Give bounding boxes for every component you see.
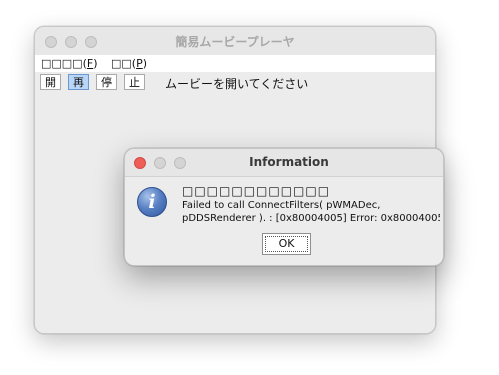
main-titlebar[interactable]: 簡易ムービープレーヤ	[35, 27, 435, 55]
menu-file-close-paren: )	[93, 57, 98, 70]
window-title: 簡易ムービープレーヤ	[175, 35, 295, 49]
menu-play[interactable]: □□(P)	[111, 57, 147, 70]
play-button[interactable]: 再	[68, 74, 89, 90]
stop-button[interactable]: 止	[124, 74, 145, 90]
pause-button[interactable]: 停	[96, 74, 117, 90]
desktop: 簡易ムービープレーヤ □□□□(F) □□(P) 開 再 停 止 ムービーを開い…	[0, 0, 499, 375]
information-dialog: Information i □□□□□□□□□□□□ Failed to cal…	[124, 148, 444, 266]
menu-file[interactable]: □□□□(F)	[41, 57, 98, 70]
menu-play-close-paren: )	[142, 57, 148, 70]
status-text: ムービーを開いてください	[165, 77, 309, 91]
toolbar: 開 再 停 止 ムービーを開いてください	[35, 73, 435, 93]
open-button[interactable]: 開	[40, 74, 61, 90]
dialog-message-header: □□□□□□□□□□□□	[182, 184, 331, 198]
info-icon: i	[137, 187, 167, 217]
menubar: □□□□(F) □□(P)	[35, 55, 435, 72]
ok-button[interactable]: OK	[262, 233, 311, 255]
menu-file-label: □□□□(	[41, 57, 87, 70]
dialog-title: Information	[249, 155, 329, 169]
menu-play-label: □□(	[111, 57, 137, 70]
dialog-message-body: Failed to call ConnectFilters( pWMADec, …	[182, 200, 440, 224]
menu-play-mnemonic: P	[136, 57, 143, 70]
dialog-titlebar[interactable]: Information	[125, 149, 443, 177]
